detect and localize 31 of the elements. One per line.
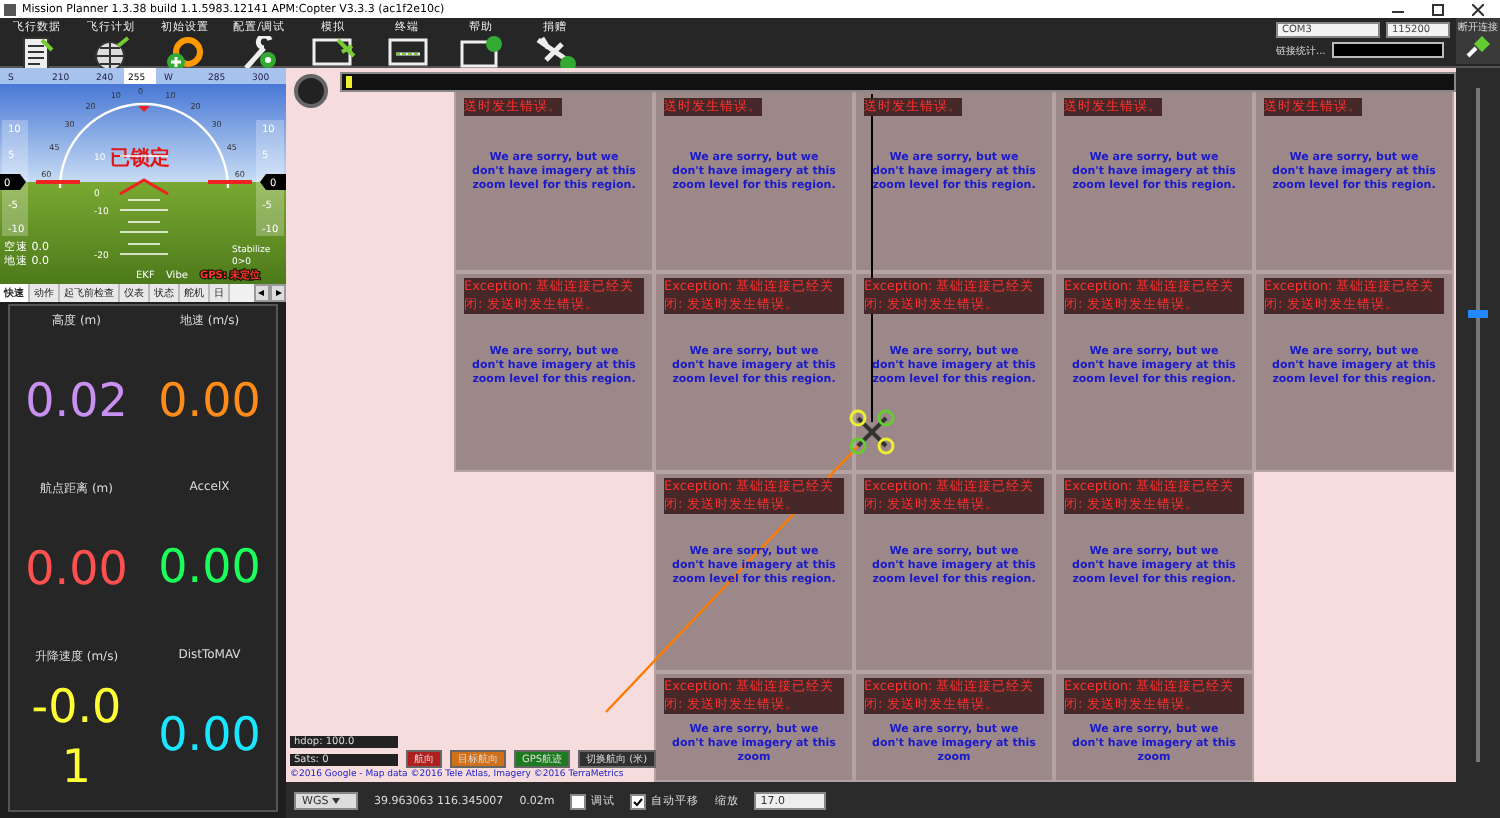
close-icon[interactable] [1472, 3, 1484, 15]
arm-status: 已锁定 [110, 148, 170, 170]
map-control-knob[interactable] [294, 74, 328, 108]
caret-icon [331, 797, 340, 803]
monitor-icon [459, 36, 503, 72]
quadcopter-icon [849, 409, 895, 455]
wrench-icon [239, 36, 279, 72]
heading-readout [124, 68, 156, 84]
roll-pointer-icon [138, 106, 150, 112]
plug-icon [1464, 34, 1492, 58]
altitude-tape [256, 120, 284, 236]
document-icon [21, 36, 53, 72]
airplane-icon [533, 36, 577, 72]
speed-readout [0, 174, 26, 190]
maximize-icon[interactable] [1432, 3, 1444, 15]
quick-value: 0.00 [158, 708, 261, 766]
monitor-icon [311, 36, 355, 72]
scroll-right-icon[interactable] [270, 284, 286, 302]
quick-value: 0.00 [158, 540, 261, 598]
quick-value: 0.00 [158, 374, 261, 432]
link-stats-field [1331, 42, 1444, 58]
quick-value: -0.01 [29, 680, 124, 798]
quick-value: 0.00 [25, 542, 128, 600]
quick-value: 0.02 [25, 374, 128, 432]
monitor-icon [385, 36, 429, 72]
map-marker-icon [346, 76, 352, 88]
map-view[interactable] [286, 68, 1456, 782]
altitude-readout [260, 174, 286, 190]
scroll-left-icon[interactable] [254, 284, 270, 302]
slider-thumb[interactable] [1468, 310, 1488, 319]
aircraft-symbol-icon [119, 178, 169, 196]
